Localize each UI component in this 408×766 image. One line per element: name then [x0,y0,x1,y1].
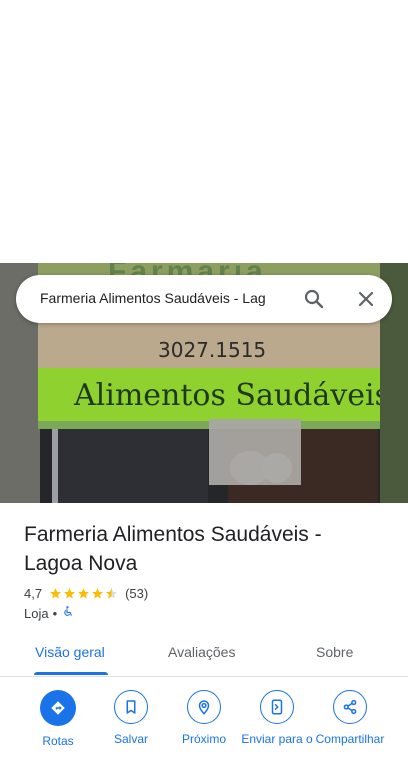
search-input[interactable]: Farmeria Alimentos Saudáveis - Lag [40,290,290,306]
active-tab-indicator [34,672,108,675]
map-blank-area [0,0,408,263]
place-category: Loja [24,605,49,621]
store-sign: Alimentos Saudáveis [38,368,390,424]
share-button[interactable]: Compartilhar [312,690,388,747]
store-window [52,429,208,503]
directions-button[interactable]: Rotas [20,690,96,749]
share-label: Compartilhar [315,732,385,746]
search-bar[interactable]: Farmeria Alimentos Saudáveis - Lag [16,275,392,323]
rating-stars [49,587,119,600]
star-icon [92,587,103,598]
star-icon [78,587,89,598]
tab-reviews[interactable]: Avaliações [168,644,235,660]
star-icon [64,587,75,598]
tab-bar: Visão geral Avaliações Sobre [0,634,408,677]
blurred-region [209,419,301,485]
save-label: Salvar [113,732,148,746]
rating-value: 4,7 [24,585,43,601]
directions-label: Rotas [42,734,74,748]
search-icon[interactable] [302,287,326,311]
save-button[interactable]: Salvar [93,690,169,747]
wheelchair-icon [61,605,74,621]
separator-dot: • [52,605,58,621]
send-to-phone-icon [260,690,294,724]
close-icon[interactable] [354,287,378,311]
review-count[interactable]: (53) [125,586,148,601]
tab-about[interactable]: Sobre [316,644,353,660]
send-to-phone-label: Enviar para o [241,732,313,746]
store-phone-sign: 3027.1515 [158,338,267,362]
send-to-phone-button[interactable]: Enviar para o [239,690,315,747]
tab-overview[interactable]: Visão geral [35,644,105,660]
star-half-icon [106,587,117,598]
nearby-icon [187,690,221,724]
star-icon [50,587,61,598]
nearby-button[interactable]: Próximo [166,690,242,747]
category-row: Loja • [24,605,74,621]
place-title: Farmeria Alimentos Saudáveis - Lagoa Nov… [24,523,322,575]
bookmark-icon [114,690,148,724]
rating-row[interactable]: 4,7 (53) [24,584,148,602]
nearby-label: Próximo [181,732,226,746]
share-icon [333,690,367,724]
directions-icon [40,690,76,726]
